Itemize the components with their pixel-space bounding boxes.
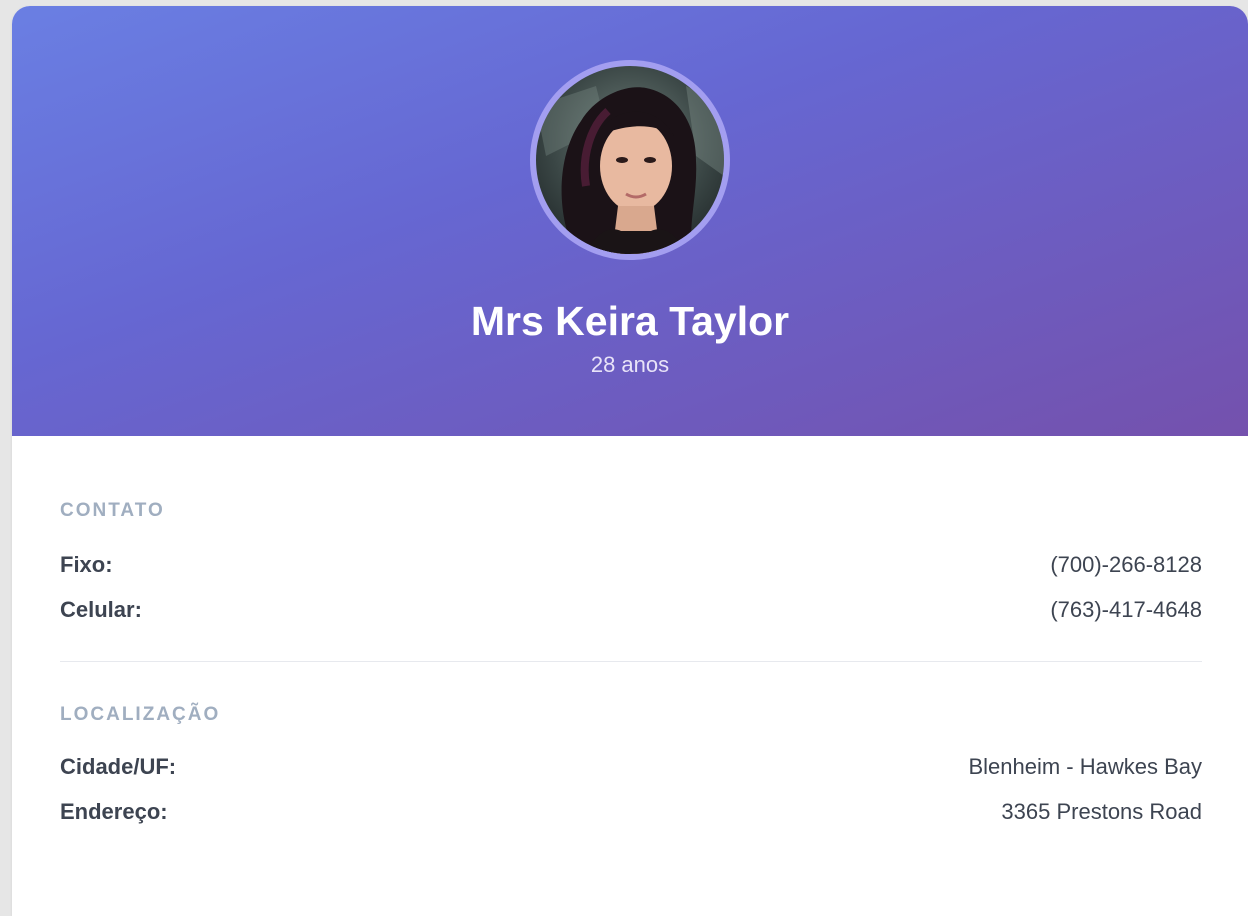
row-label: Fixo: (60, 552, 113, 577)
section-divider (60, 661, 1202, 662)
avatar (530, 60, 730, 260)
row-value: (700)-266-8128 (1050, 552, 1202, 577)
profile-name: Mrs Keira Taylor (470, 298, 790, 344)
profile-header: Mrs Keira Taylor 28 anos (12, 6, 1248, 436)
section-title-contact: CONTATO (60, 500, 165, 521)
location-row-endereco: Endereço: 3365 Prestons Road (60, 799, 1202, 829)
row-label: Endereço: (60, 799, 168, 824)
row-value: (763)-417-4648 (1050, 597, 1202, 622)
row-value: Blenheim - Hawkes Bay (968, 754, 1202, 779)
contact-row-celular: Celular: (763)-417-4648 (60, 597, 1202, 627)
location-row-cidade: Cidade/UF: Blenheim - Hawkes Bay (60, 754, 1202, 784)
profile-photo (536, 66, 724, 254)
row-label: Celular: (60, 597, 142, 622)
contact-row-fixo: Fixo: (700)-266-8128 (60, 552, 1202, 582)
row-label: Cidade/UF: (60, 754, 177, 779)
profile-card: Mrs Keira Taylor 28 anos CONTATO Fixo: (… (12, 6, 1248, 916)
row-value: 3365 Prestons Road (1001, 799, 1202, 824)
section-title-location: LOCALIZAÇÃO (60, 704, 221, 725)
profile-age: 28 anos (590, 352, 670, 377)
